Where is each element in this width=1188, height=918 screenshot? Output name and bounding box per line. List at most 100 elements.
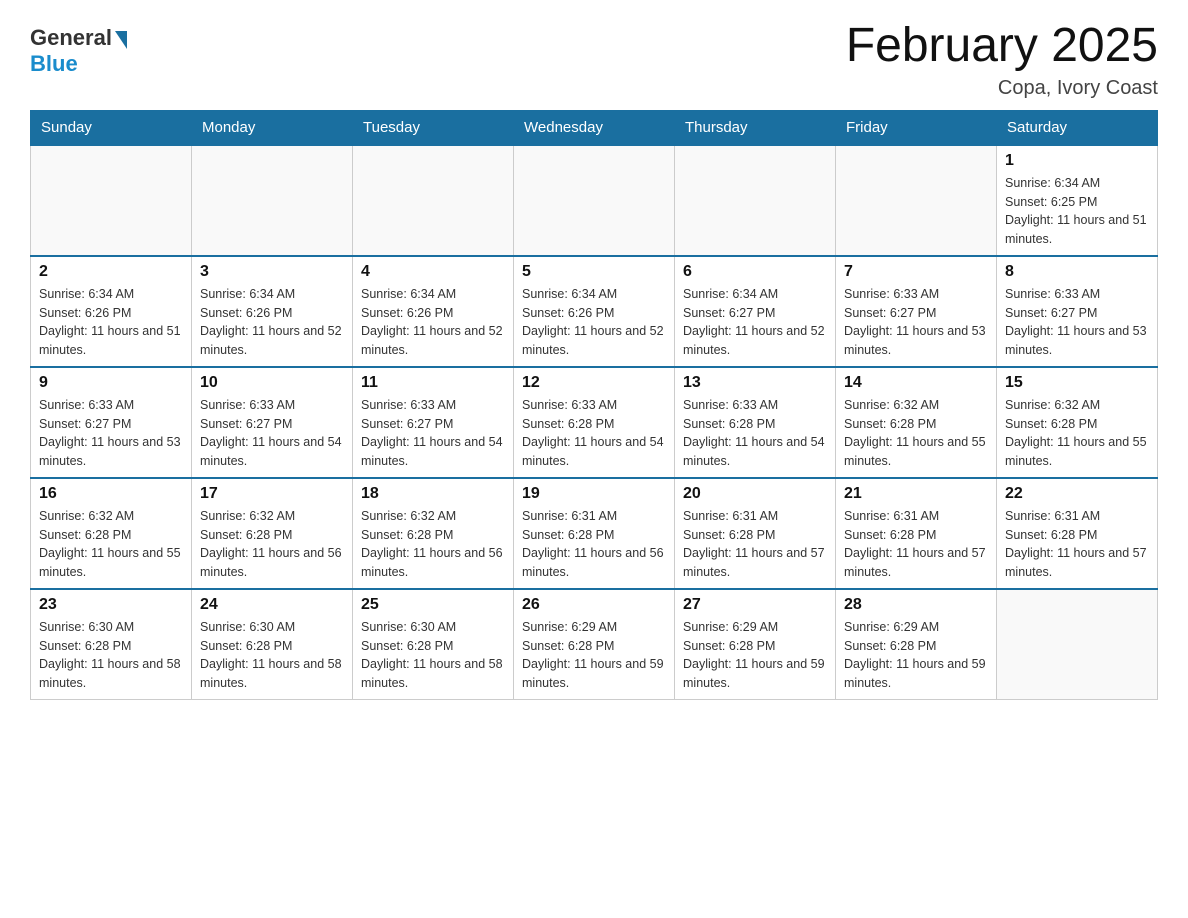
day-info: Sunrise: 6:32 AM Sunset: 6:28 PM Dayligh… — [200, 507, 344, 582]
logo-arrow-icon — [115, 31, 127, 49]
day-info: Sunrise: 6:29 AM Sunset: 6:28 PM Dayligh… — [522, 618, 666, 693]
calendar-cell: 9 Sunrise: 6:33 AM Sunset: 6:27 PM Daylig… — [31, 367, 192, 478]
day-info: Sunrise: 6:31 AM Sunset: 6:28 PM Dayligh… — [1005, 507, 1149, 582]
day-number: 9 — [39, 374, 183, 392]
day-info: Sunrise: 6:33 AM Sunset: 6:28 PM Dayligh… — [683, 396, 827, 471]
calendar-cell: 14Sunrise: 6:32 AM Sunset: 6:28 PM Dayli… — [836, 367, 997, 478]
day-info: Sunrise: 6:33 AM Sunset: 6:27 PM Dayligh… — [1005, 285, 1149, 360]
calendar-cell: 5Sunrise: 6:34 AM Sunset: 6:26 PM Daylig… — [514, 256, 675, 367]
weekday-header-friday: Friday — [836, 110, 997, 145]
week-row-2: 9 Sunrise: 6:33 AM Sunset: 6:27 PM Daylig… — [31, 367, 1158, 478]
day-number: 23 — [39, 596, 183, 614]
day-number: 8 — [1005, 263, 1149, 281]
day-number: 10 — [200, 374, 344, 392]
day-info: Sunrise: 6:30 AM Sunset: 6:28 PM Dayligh… — [39, 618, 183, 693]
calendar-cell: 2Sunrise: 6:34 AM Sunset: 6:26 PM Daylig… — [31, 256, 192, 367]
calendar-cell: 20Sunrise: 6:31 AM Sunset: 6:28 PM Dayli… — [675, 478, 836, 589]
day-number: 4 — [361, 263, 505, 281]
day-number: 13 — [683, 374, 827, 392]
day-number: 26 — [522, 596, 666, 614]
week-row-3: 16 Sunrise: 6:32 AM Sunset: 6:28 PM Dayli… — [31, 478, 1158, 589]
calendar-cell: 7Sunrise: 6:33 AM Sunset: 6:27 PM Daylig… — [836, 256, 997, 367]
day-number: 15 — [1005, 374, 1149, 392]
day-info: Sunrise: 6:34 AM Sunset: 6:25 PM Dayligh… — [1005, 174, 1149, 249]
calendar-cell: 13 Sunrise: 6:33 AM Sunset: 6:28 PM Dayli… — [675, 367, 836, 478]
calendar-cell: 19Sunrise: 6:31 AM Sunset: 6:28 PM Dayli… — [514, 478, 675, 589]
day-info: Sunrise: 6:31 AM Sunset: 6:28 PM Dayligh… — [844, 507, 988, 582]
calendar-cell: 21 Sunrise: 6:31 AM Sunset: 6:28 PM Dayli… — [836, 478, 997, 589]
day-number: 6 — [683, 263, 827, 281]
calendar-cell: 1 Sunrise: 6:34 AM Sunset: 6:25 PM Daylig… — [997, 145, 1158, 256]
day-info: Sunrise: 6:31 AM Sunset: 6:28 PM Dayligh… — [683, 507, 827, 582]
day-info: Sunrise: 6:34 AM Sunset: 6:26 PM Dayligh… — [522, 285, 666, 360]
calendar-cell: 27 Sunrise: 6:29 AM Sunset: 6:28 PM Dayli… — [675, 589, 836, 700]
calendar-cell — [31, 145, 192, 256]
logo-general-text: General — [30, 25, 112, 51]
logo-blue-text: Blue — [30, 51, 78, 76]
calendar-cell: 4 Sunrise: 6:34 AM Sunset: 6:26 PM Daylig… — [353, 256, 514, 367]
location: Copa, Ivory Coast — [846, 77, 1158, 100]
day-number: 27 — [683, 596, 827, 614]
calendar-cell — [675, 145, 836, 256]
calendar-cell: 16 Sunrise: 6:32 AM Sunset: 6:28 PM Dayli… — [31, 478, 192, 589]
day-number: 24 — [200, 596, 344, 614]
calendar-cell: 8 Sunrise: 6:33 AM Sunset: 6:27 PM Daylig… — [997, 256, 1158, 367]
day-info: Sunrise: 6:33 AM Sunset: 6:28 PM Dayligh… — [522, 396, 666, 471]
day-number: 3 — [200, 263, 344, 281]
day-info: Sunrise: 6:32 AM Sunset: 6:28 PM Dayligh… — [39, 507, 183, 582]
week-row-0: 1 Sunrise: 6:34 AM Sunset: 6:25 PM Daylig… — [31, 145, 1158, 256]
day-info: Sunrise: 6:32 AM Sunset: 6:28 PM Dayligh… — [844, 396, 988, 471]
day-info: Sunrise: 6:33 AM Sunset: 6:27 PM Dayligh… — [361, 396, 505, 471]
day-info: Sunrise: 6:33 AM Sunset: 6:27 PM Dayligh… — [39, 396, 183, 471]
weekday-header-row: SundayMondayTuesdayWednesdayThursdayFrid… — [31, 110, 1158, 145]
weekday-header-tuesday: Tuesday — [353, 110, 514, 145]
day-info: Sunrise: 6:34 AM Sunset: 6:27 PM Dayligh… — [683, 285, 827, 360]
day-number: 1 — [1005, 152, 1149, 170]
calendar-cell: 17 Sunrise: 6:32 AM Sunset: 6:28 PM Dayli… — [192, 478, 353, 589]
week-row-4: 23 Sunrise: 6:30 AM Sunset: 6:28 PM Dayli… — [31, 589, 1158, 700]
calendar-cell: 11 Sunrise: 6:33 AM Sunset: 6:27 PM Dayli… — [353, 367, 514, 478]
calendar-cell — [192, 145, 353, 256]
weekday-header-thursday: Thursday — [675, 110, 836, 145]
calendar-cell: 28Sunrise: 6:29 AM Sunset: 6:28 PM Dayli… — [836, 589, 997, 700]
title-area: February 2025 Copa, Ivory Coast — [846, 20, 1158, 100]
day-info: Sunrise: 6:29 AM Sunset: 6:28 PM Dayligh… — [683, 618, 827, 693]
calendar-cell: 12 Sunrise: 6:33 AM Sunset: 6:28 PM Dayli… — [514, 367, 675, 478]
day-number: 7 — [844, 263, 988, 281]
day-number: 21 — [844, 485, 988, 503]
calendar-cell — [353, 145, 514, 256]
calendar-cell: 3Sunrise: 6:34 AM Sunset: 6:26 PM Daylig… — [192, 256, 353, 367]
calendar: SundayMondayTuesdayWednesdayThursdayFrid… — [30, 110, 1158, 700]
header: General Blue February 2025 Copa, Ivory C… — [30, 20, 1158, 100]
weekday-header-saturday: Saturday — [997, 110, 1158, 145]
day-info: Sunrise: 6:29 AM Sunset: 6:28 PM Dayligh… — [844, 618, 988, 693]
day-number: 18 — [361, 485, 505, 503]
calendar-cell: 22 Sunrise: 6:31 AM Sunset: 6:28 PM Dayli… — [997, 478, 1158, 589]
calendar-cell: 6 Sunrise: 6:34 AM Sunset: 6:27 PM Daylig… — [675, 256, 836, 367]
logo: General Blue — [30, 20, 127, 77]
calendar-cell: 15 Sunrise: 6:32 AM Sunset: 6:28 PM Dayli… — [997, 367, 1158, 478]
calendar-cell: 24 Sunrise: 6:30 AM Sunset: 6:28 PM Dayli… — [192, 589, 353, 700]
weekday-header-monday: Monday — [192, 110, 353, 145]
week-row-1: 2 Sunrise: 6:34 AM Sunset: 6:26 PM Daylig… — [31, 256, 1158, 367]
day-number: 16 — [39, 485, 183, 503]
calendar-cell — [514, 145, 675, 256]
weekday-header-sunday: Sunday — [31, 110, 192, 145]
day-info: Sunrise: 6:32 AM Sunset: 6:28 PM Dayligh… — [361, 507, 505, 582]
day-info: Sunrise: 6:32 AM Sunset: 6:28 PM Dayligh… — [1005, 396, 1149, 471]
day-info: Sunrise: 6:30 AM Sunset: 6:28 PM Dayligh… — [361, 618, 505, 693]
day-info: Sunrise: 6:33 AM Sunset: 6:27 PM Dayligh… — [200, 396, 344, 471]
calendar-cell: 25Sunrise: 6:30 AM Sunset: 6:28 PM Dayli… — [353, 589, 514, 700]
calendar-cell — [836, 145, 997, 256]
day-number: 12 — [522, 374, 666, 392]
calendar-cell — [997, 589, 1158, 700]
day-number: 2 — [39, 263, 183, 281]
day-number: 17 — [200, 485, 344, 503]
day-info: Sunrise: 6:30 AM Sunset: 6:28 PM Dayligh… — [200, 618, 344, 693]
day-info: Sunrise: 6:31 AM Sunset: 6:28 PM Dayligh… — [522, 507, 666, 582]
month-title: February 2025 — [846, 20, 1158, 73]
day-number: 22 — [1005, 485, 1149, 503]
weekday-header-wednesday: Wednesday — [514, 110, 675, 145]
day-number: 11 — [361, 374, 505, 392]
day-info: Sunrise: 6:34 AM Sunset: 6:26 PM Dayligh… — [361, 285, 505, 360]
